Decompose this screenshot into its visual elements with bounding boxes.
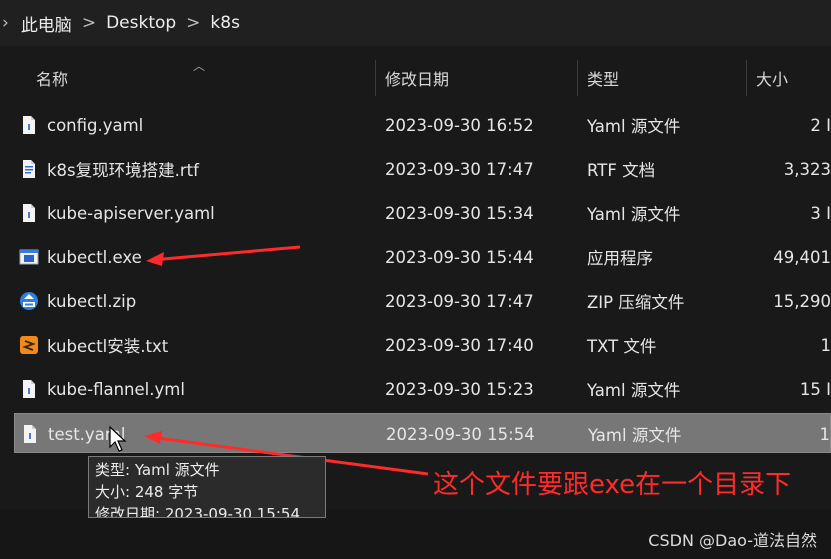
file-name: kube-apiserver.yaml (47, 203, 215, 223)
column-divider[interactable] (375, 60, 376, 96)
file-name: kube-flannel.yml (47, 379, 185, 399)
column-header-name[interactable]: 名称 (36, 56, 68, 100)
file-type: RTF 文档 (587, 161, 656, 180)
column-header-size[interactable]: 大小 (756, 56, 788, 100)
document-icon (23, 204, 35, 222)
file-date: 2023-09-30 15:54 (386, 424, 535, 444)
document-icon (24, 425, 36, 443)
mouse-pointer-icon (109, 425, 127, 452)
zip-archive-icon (20, 292, 38, 310)
column-divider[interactable] (746, 60, 747, 96)
file-date: 2023-09-30 17:47 (385, 291, 534, 311)
rtf-document-icon (23, 160, 35, 178)
document-icon (23, 116, 35, 134)
file-date: 2023-09-30 15:23 (385, 379, 534, 399)
file-size: 1 (820, 335, 831, 355)
breadcrumb-item-this-pc[interactable]: 此电脑 (21, 11, 72, 36)
file-row[interactable]: kubectl安装.txt 2023-09-30 17:40 TXT 文件 1 (14, 325, 831, 365)
column-header-bar: ︿ 名称 修改日期 类型 大小 (0, 56, 831, 100)
file-row[interactable]: k8s复现环境搭建.rtf 2023-09-30 17:47 RTF 文档 3,… (14, 149, 831, 189)
file-row[interactable]: kubectl.zip 2023-09-30 17:47 ZIP 压缩文件 15… (14, 281, 831, 321)
file-type: ZIP 压缩文件 (587, 293, 685, 312)
file-name: kubectl安装.txt (47, 337, 169, 356)
file-type: Yaml 源文件 (587, 205, 681, 224)
tooltip-type: 类型: Yaml 源文件 (95, 461, 220, 479)
breadcrumb-item-desktop[interactable]: Desktop (106, 13, 176, 33)
tooltip-modified: 修改日期: 2023-09-30 15:54 (95, 505, 300, 518)
file-type: 应用程序 (587, 249, 653, 268)
column-header-type[interactable]: 类型 (587, 56, 619, 100)
file-name: kubectl.exe (47, 247, 142, 267)
file-size: 2 I (810, 115, 831, 135)
breadcrumb-expand-chevron-icon[interactable]: › (2, 13, 9, 33)
file-date: 2023-09-30 17:47 (385, 159, 534, 179)
file-type: Yaml 源文件 (587, 381, 681, 400)
file-row[interactable]: config.yaml 2023-09-30 16:52 Yaml 源文件 2 … (14, 105, 831, 145)
file-type: Yaml 源文件 (588, 426, 682, 445)
breadcrumb-separator-chevron-icon[interactable]: > (186, 13, 200, 33)
text-editor-file-icon (20, 336, 38, 354)
file-row[interactable]: kubectl.exe 2023-09-30 15:44 应用程序 49,401 (14, 237, 831, 277)
file-name: k8s复现环境搭建.rtf (47, 161, 199, 180)
file-type: Yaml 源文件 (587, 117, 681, 136)
file-date: 2023-09-30 16:52 (385, 115, 534, 135)
tooltip-size: 大小: 248 字节 (95, 483, 199, 501)
file-size: 15,290 (773, 291, 831, 311)
file-row[interactable]: kube-apiserver.yaml 2023-09-30 15:34 Yam… (14, 193, 831, 233)
file-name: kubectl.zip (47, 291, 137, 311)
file-row-selected[interactable]: test.yaml 2023-09-30 15:54 Yaml 源文件 1 (14, 413, 831, 453)
file-size: 49,401 (773, 247, 831, 267)
annotation-text: 这个文件要跟exe在一个目录下 (433, 470, 792, 500)
watermark: CSDN @Dao-道法自然 (648, 531, 817, 550)
file-date: 2023-09-30 15:44 (385, 247, 534, 267)
application-icon (19, 249, 39, 265)
file-type: TXT 文件 (587, 337, 657, 356)
file-size: 15 I (799, 379, 831, 399)
file-size: 3,323 (783, 159, 831, 179)
file-size: 3 I (810, 203, 831, 223)
file-info-tooltip: 类型: Yaml 源文件 大小: 248 字节 修改日期: 2023-09-30… (88, 456, 326, 518)
file-date: 2023-09-30 17:40 (385, 335, 534, 355)
file-row[interactable]: kube-flannel.yml 2023-09-30 15:23 Yaml 源… (14, 369, 831, 409)
file-size: 1 (819, 424, 831, 444)
document-icon (23, 380, 35, 398)
file-name: config.yaml (47, 115, 144, 135)
column-divider[interactable] (577, 60, 578, 96)
breadcrumb-item-k8s[interactable]: k8s (210, 13, 240, 33)
file-date: 2023-09-30 15:34 (385, 203, 534, 223)
column-header-date[interactable]: 修改日期 (385, 56, 449, 100)
breadcrumb-separator-chevron-icon[interactable]: > (82, 13, 96, 33)
breadcrumb: › 此电脑 > Desktop > k8s (0, 0, 831, 46)
sort-ascending-chevron-icon: ︿ (193, 59, 206, 73)
